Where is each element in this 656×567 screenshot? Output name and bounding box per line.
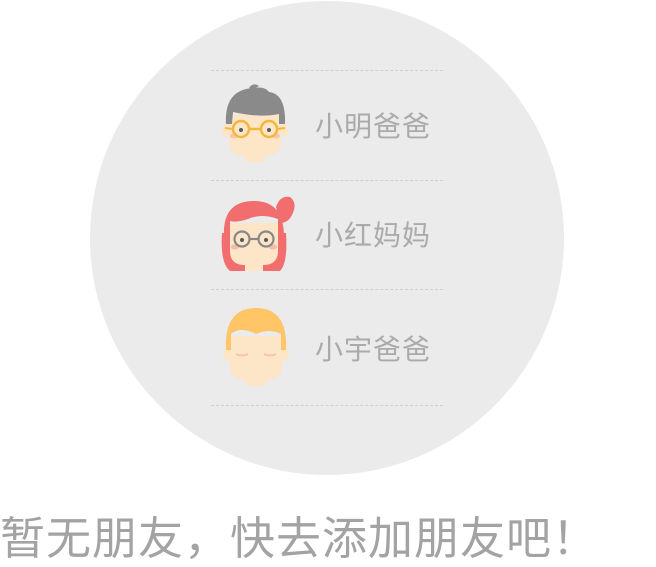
- divider-2: [211, 289, 443, 290]
- contact-name-2: 小红妈妈: [315, 219, 432, 252]
- divider-top: [211, 70, 443, 71]
- contact-name-1: 小明爸爸: [315, 110, 432, 143]
- blond-boy-avatar-icon: [220, 304, 292, 386]
- contact-name-3: 小宇爸爸: [315, 333, 432, 366]
- boy-glasses-avatar-icon: [219, 84, 291, 166]
- divider-bottom: [211, 405, 443, 406]
- empty-state-message: 暂无朋友，快去添加朋友吧！: [0, 512, 599, 565]
- girl-ponytail-avatar-icon: [218, 193, 295, 275]
- divider-1: [211, 180, 443, 181]
